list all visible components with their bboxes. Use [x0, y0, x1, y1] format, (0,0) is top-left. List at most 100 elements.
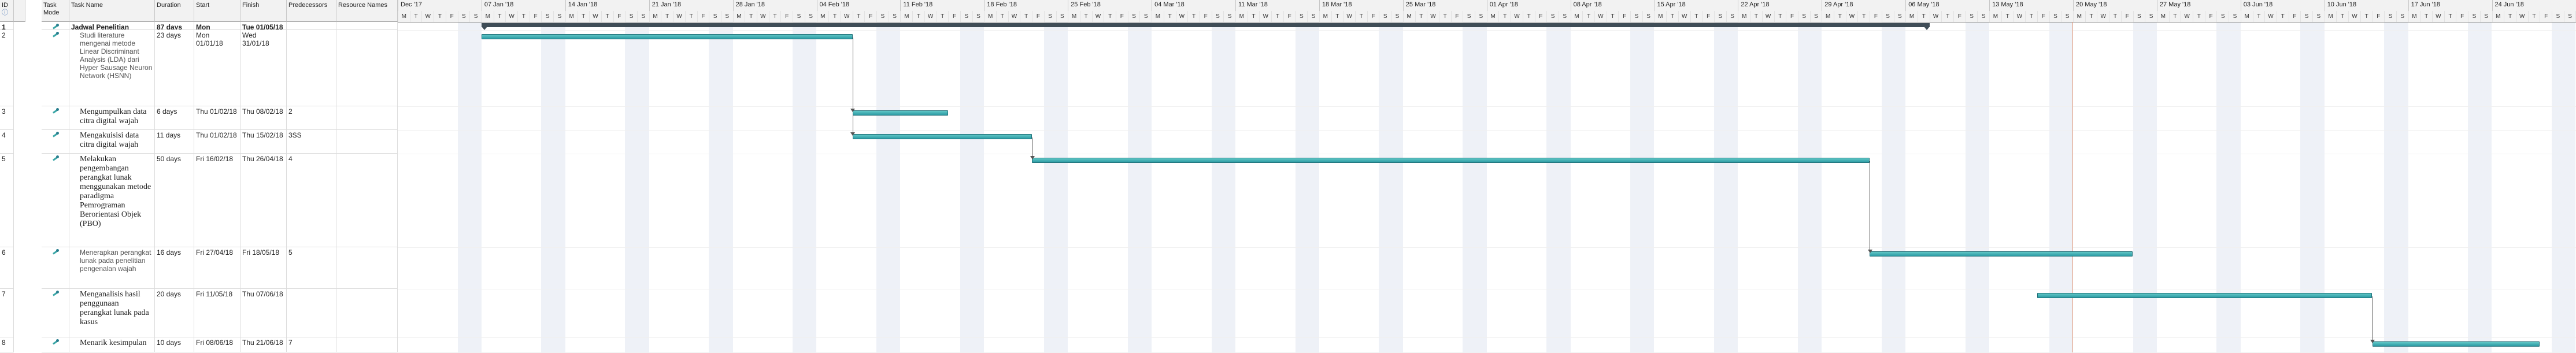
task-bar[interactable]	[2372, 341, 2540, 347]
task-id-cell[interactable]: 7	[0, 289, 14, 337]
week-label: Dec '17	[398, 0, 482, 11]
day-letter: M	[984, 11, 996, 22]
day-letter: T	[2025, 11, 2037, 22]
day-letter: W	[1594, 11, 1607, 22]
col-header-resource-names[interactable]: Resource Names	[336, 0, 398, 22]
task-pred-cell[interactable]: 3SS	[287, 130, 336, 154]
task-mode-cell[interactable]	[42, 30, 69, 106]
task-pred-cell[interactable]	[287, 22, 336, 30]
col-header-task-mode[interactable]: Task Mode	[42, 0, 69, 22]
col-header-task-name[interactable]: Task Name	[69, 0, 155, 22]
summary-bar[interactable]	[481, 23, 1930, 27]
day-letter: T	[1582, 11, 1594, 22]
task-pred-cell[interactable]: 7	[287, 337, 336, 352]
task-start-cell[interactable]: Fri 27/04/18	[194, 247, 240, 289]
task-bar[interactable]	[1870, 251, 2133, 257]
week-label: 07 Jan '18	[481, 0, 565, 11]
task-duration-cell[interactable]: 16 days	[155, 247, 194, 289]
task-mode-cell[interactable]	[42, 247, 69, 289]
task-mode-cell[interactable]	[42, 154, 69, 247]
day-letter: F	[1283, 11, 1296, 22]
task-name-cell[interactable]: Mengakuisisi data citra digital wajah	[69, 130, 155, 154]
day-letter: S	[2216, 11, 2229, 22]
task-start-cell[interactable]: Mon 01/01/18	[194, 30, 240, 106]
col-header-id[interactable]: ID ⓘ	[0, 0, 14, 22]
auto-schedule-icon	[51, 32, 60, 38]
task-name-cell[interactable]: Menerapkan perangkat lunak pada peneliti…	[69, 247, 155, 289]
task-mode-cell[interactable]	[42, 337, 69, 352]
task-id-cell[interactable]: 3	[0, 106, 14, 130]
task-name-cell[interactable]: Jadwal Penelitian	[69, 22, 155, 30]
col-header-duration[interactable]: Duration	[155, 0, 194, 22]
resource-cell[interactable]	[336, 130, 398, 154]
col-header-finish[interactable]: Finish	[240, 0, 287, 22]
task-name-cell[interactable]: Menarik kesimpulan	[69, 337, 155, 352]
task-bar[interactable]	[2037, 293, 2373, 298]
task-id-cell[interactable]: 2	[0, 30, 14, 106]
task-mode-cell[interactable]	[42, 289, 69, 337]
task-pred-cell[interactable]	[287, 30, 336, 106]
task-name-cell[interactable]: Studi literature mengenai metode Linear …	[69, 30, 155, 106]
day-letter: F	[1618, 11, 1630, 22]
task-duration-cell[interactable]: 20 days	[155, 289, 194, 337]
task-id-cell[interactable]: 5	[0, 154, 14, 247]
task-start-cell[interactable]: Fri 16/02/18	[194, 154, 240, 247]
task-pred-cell[interactable]: 5	[287, 247, 336, 289]
task-finish-cell[interactable]: Wed 31/01/18	[240, 30, 287, 106]
task-finish-cell[interactable]: Fri 18/05/18	[240, 247, 287, 289]
task-name-cell[interactable]: Mengumpulkan data citra digital wajah	[69, 106, 155, 130]
task-pred-cell[interactable]	[287, 289, 336, 337]
task-start-cell[interactable]: Fri 08/06/18	[194, 337, 240, 352]
task-finish-cell[interactable]: Thu 07/06/18	[240, 289, 287, 337]
task-bar[interactable]	[852, 110, 949, 116]
task-start-cell[interactable]: Thu 01/02/18	[194, 130, 240, 154]
week-label: 25 Mar '18	[1402, 0, 1487, 11]
resource-cell[interactable]	[336, 154, 398, 247]
task-finish-cell[interactable]: Thu 15/02/18	[240, 130, 287, 154]
task-id-cell[interactable]: 4	[0, 130, 14, 154]
task-id-cell[interactable]: 1	[0, 22, 14, 30]
task-mode-cell[interactable]	[42, 22, 69, 30]
day-letter: T	[912, 11, 924, 22]
task-bar[interactable]	[481, 34, 853, 39]
task-duration-cell[interactable]: 11 days	[155, 130, 194, 154]
task-pred-cell[interactable]: 2	[287, 106, 336, 130]
task-name-cell[interactable]: Melakukan pengembangan perangkat lunak m…	[69, 154, 155, 247]
task-pred-cell[interactable]: 4	[287, 154, 336, 247]
task-start-cell[interactable]: Thu 01/02/18	[194, 106, 240, 130]
day-letter: W	[589, 11, 601, 22]
col-header-start[interactable]: Start	[194, 0, 240, 22]
task-bar[interactable]	[1032, 158, 1870, 163]
task-bar[interactable]	[852, 134, 1032, 139]
week-label: 14 Jan '18	[565, 0, 649, 11]
task-duration-cell[interactable]: 23 days	[155, 30, 194, 106]
task-finish-cell[interactable]: Tue 01/05/18	[240, 22, 287, 30]
resource-cell[interactable]	[336, 30, 398, 106]
task-finish-cell[interactable]: Thu 21/06/18	[240, 337, 287, 352]
task-name-cell[interactable]: Menganalisis hasil penggunaan perangkat …	[69, 289, 155, 337]
resource-cell[interactable]	[336, 337, 398, 352]
col-header-predecessors[interactable]: Predecessors	[287, 0, 336, 22]
task-mode-cell[interactable]	[42, 106, 69, 130]
task-start-cell[interactable]: Fri 11/05/18	[194, 289, 240, 337]
week-label: 13 May '18	[1989, 0, 2073, 11]
task-finish-cell[interactable]: Thu 26/04/18	[240, 154, 287, 247]
task-mode-cell[interactable]	[42, 130, 69, 154]
day-letter: M	[565, 11, 578, 22]
resource-cell[interactable]	[336, 289, 398, 337]
day-letter: F	[780, 11, 793, 22]
task-start-cell[interactable]: Mon 01/01/18	[194, 22, 240, 30]
day-letter: S	[1642, 11, 1655, 22]
task-duration-cell[interactable]: 10 days	[155, 337, 194, 352]
task-finish-cell[interactable]: Thu 08/02/18	[240, 106, 287, 130]
task-duration-cell[interactable]: 87 days	[155, 22, 194, 30]
task-duration-cell[interactable]: 6 days	[155, 106, 194, 130]
col-header-info[interactable]	[14, 0, 25, 22]
task-id-cell[interactable]: 8	[0, 337, 14, 352]
task-id-cell[interactable]: 6	[0, 247, 14, 289]
resource-cell[interactable]	[336, 247, 398, 289]
task-pred-text: 3SS	[288, 131, 302, 139]
resource-cell[interactable]	[336, 106, 398, 130]
resource-cell[interactable]	[336, 22, 398, 30]
task-duration-cell[interactable]: 50 days	[155, 154, 194, 247]
